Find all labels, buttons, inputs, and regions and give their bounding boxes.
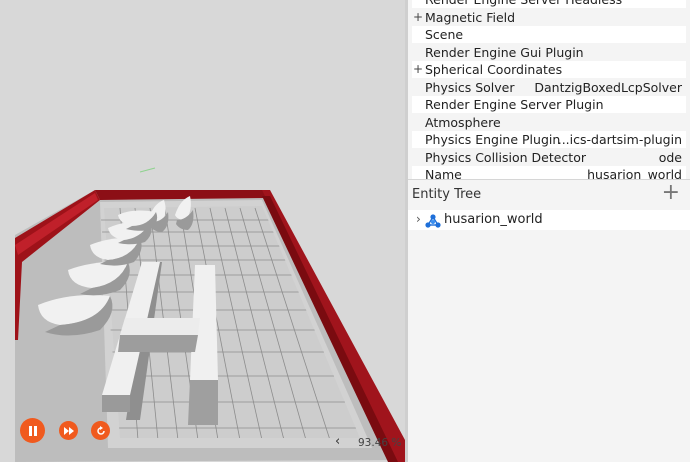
entity-tree-header: Entity Tree + <box>408 179 690 210</box>
reset-icon <box>96 425 105 435</box>
property-row: Atmosphere <box>412 114 686 131</box>
3d-viewport[interactable]: ‹ 93.46 % <box>0 0 405 462</box>
world-entity-icon <box>425 213 441 232</box>
property-name: Render Engine Gui Plugin <box>425 44 584 60</box>
right-panel: Render Engine Server Headless + Magnetic… <box>408 0 690 462</box>
pause-icon <box>28 425 37 436</box>
property-name: Magnetic Field <box>425 9 516 25</box>
property-value: DantzigBoxedLcpSolver <box>534 79 682 95</box>
property-row: Physics Collision Detector ode <box>412 149 686 166</box>
property-value: ...ics-dartsim-plugin <box>557 132 682 147</box>
property-name: Render Engine Server Plugin <box>425 97 604 112</box>
property-name: Atmosphere <box>425 114 501 130</box>
property-row[interactable]: + Spherical Coordinates <box>412 61 686 78</box>
chevron-right-icon[interactable]: › <box>416 212 421 226</box>
h-crossbar <box>120 318 200 335</box>
property-row: Physics Solver DantzigBoxedLcpSolver <box>412 79 686 96</box>
property-value: husarion_world <box>587 167 682 179</box>
property-name: Physics Collision Detector <box>425 149 586 165</box>
property-name: Scene <box>425 27 464 42</box>
property-row: Render Engine Server Plugin <box>412 96 686 113</box>
property-row: Render Engine Gui Plugin <box>412 44 686 61</box>
expand-icon[interactable]: + <box>413 9 425 26</box>
property-name: Name <box>425 167 462 179</box>
tree-item-label: husarion_world <box>444 212 543 227</box>
property-row: Name husarion_world <box>412 166 686 179</box>
property-value: ode <box>658 149 682 165</box>
scene-render <box>0 0 405 462</box>
entity-tree-title: Entity Tree <box>412 187 482 202</box>
property-row: Render Engine Server Headless <box>412 0 686 8</box>
property-name: Physics Engine Plugin <box>425 132 561 147</box>
tree-item-husarion-world[interactable]: › husarion_world <box>408 210 690 230</box>
entity-tree: › husarion_world <box>408 210 690 462</box>
step-forward-button[interactable] <box>59 421 78 440</box>
rtf-collapse-arrow[interactable]: ‹ <box>335 434 340 449</box>
property-row: Physics Engine Plugin ...ics-dartsim-plu… <box>412 131 686 148</box>
fast-forward-icon <box>63 426 74 435</box>
property-row[interactable]: + Magnetic Field <box>412 9 686 26</box>
property-name: Physics Solver <box>425 79 515 95</box>
add-entity-icon[interactable]: + <box>662 182 680 204</box>
real-time-factor: 93.46 % <box>358 437 402 449</box>
play-pause-button[interactable] <box>20 418 45 443</box>
property-name: Spherical Coordinates <box>425 62 563 77</box>
property-row: Scene <box>412 26 686 43</box>
reset-button[interactable] <box>91 421 110 440</box>
property-name: Render Engine Server Headless <box>425 0 622 8</box>
expand-icon[interactable]: + <box>413 61 425 78</box>
